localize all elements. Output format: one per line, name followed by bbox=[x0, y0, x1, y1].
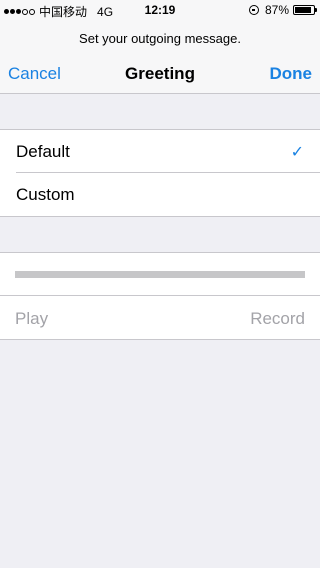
option-default[interactable]: Default ✓ bbox=[0, 130, 320, 173]
checkmark-icon: ✓ bbox=[290, 144, 304, 161]
battery-percent: 87% bbox=[264, 3, 289, 17]
option-label: Custom bbox=[16, 185, 75, 204]
record-button[interactable]: Record bbox=[250, 309, 305, 329]
progress-row bbox=[0, 253, 320, 296]
custom-greeting-player: Play Record bbox=[0, 252, 320, 340]
navigation-bar: Cancel Greeting Done bbox=[0, 56, 320, 94]
greeting-options-list: Default ✓ Custom bbox=[0, 129, 320, 217]
play-button[interactable]: Play bbox=[15, 309, 48, 329]
orientation-lock-icon bbox=[248, 5, 259, 15]
battery-icon bbox=[293, 5, 317, 15]
controls-row: Play Record bbox=[0, 296, 320, 339]
battery-level bbox=[295, 7, 311, 13]
playback-progress-bar[interactable] bbox=[15, 271, 305, 278]
status-right: 87% bbox=[248, 3, 317, 17]
option-label: Default bbox=[16, 142, 70, 161]
option-custom[interactable]: Custom bbox=[0, 173, 320, 216]
status-bar: 中国移动 4G 12:19 87% bbox=[0, 0, 320, 20]
done-button[interactable]: Done bbox=[270, 64, 313, 84]
prompt-text: Set your outgoing message. bbox=[0, 20, 320, 56]
